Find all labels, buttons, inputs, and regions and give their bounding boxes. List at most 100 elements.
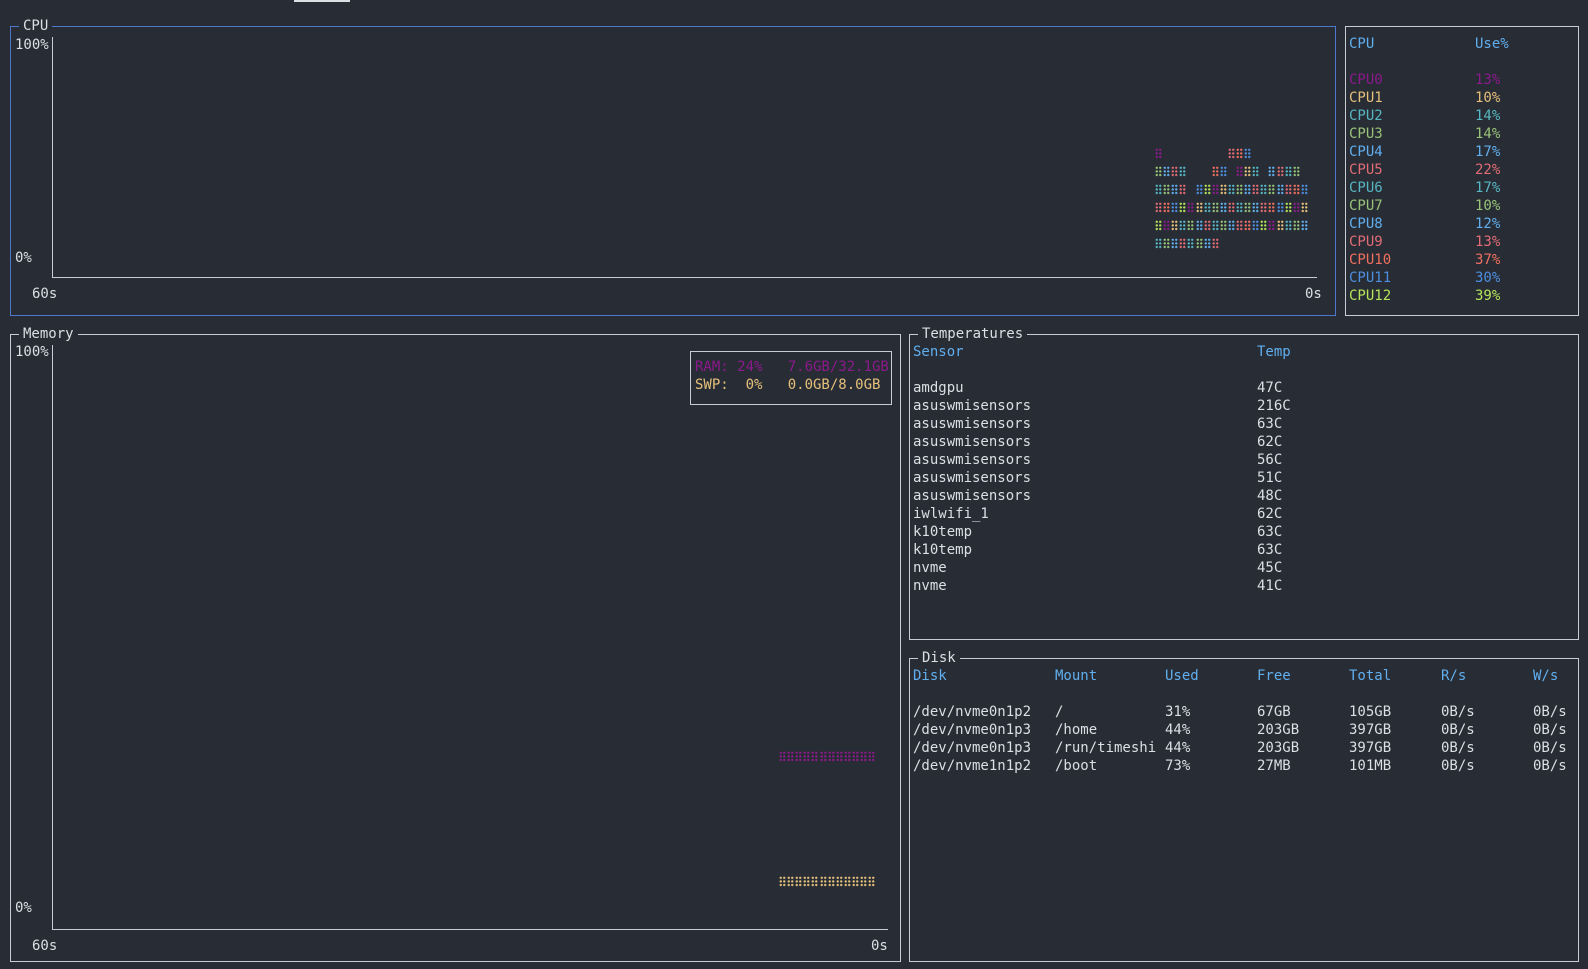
cpu-name-cell: CPU2 bbox=[1349, 108, 1383, 124]
cpu-use-cell: 14% bbox=[1475, 108, 1501, 124]
cpu-graph-point bbox=[1195, 184, 1203, 195]
cpu-graph-point bbox=[1236, 202, 1243, 213]
sensor-cell: asuswmisensors bbox=[913, 488, 1032, 504]
cpu-graph-point bbox=[1227, 148, 1235, 159]
swap-graph-point bbox=[819, 876, 827, 887]
swap-graph-point bbox=[851, 876, 859, 887]
ram-graph-point bbox=[795, 751, 803, 762]
disk-cell: 105GB bbox=[1349, 704, 1392, 720]
cpu-name-cell: CPU11 bbox=[1349, 270, 1392, 286]
sensor-cell: asuswmisensors bbox=[913, 470, 1032, 486]
cpu-graph-point bbox=[1260, 202, 1268, 213]
cpu-graph-point bbox=[1211, 184, 1219, 195]
disk-cell: 73% bbox=[1165, 758, 1191, 774]
cpu-graph-point bbox=[1155, 238, 1162, 249]
cpu-use-cell: 14% bbox=[1475, 126, 1501, 142]
cpu-col-header: CPU bbox=[1349, 36, 1375, 52]
disk-cell: 0B/s bbox=[1441, 758, 1475, 774]
cpu-graph-point bbox=[1284, 220, 1292, 231]
cpu-graph-point bbox=[1179, 166, 1187, 177]
cpu-graph-point bbox=[1227, 220, 1235, 231]
cpu-graph-point bbox=[1155, 184, 1162, 195]
cpu-graph-point bbox=[1252, 184, 1260, 195]
cpu-graph-point bbox=[1171, 220, 1179, 231]
cpu-use-cell: 17% bbox=[1475, 180, 1501, 196]
cpu-name-cell: CPU8 bbox=[1349, 216, 1383, 232]
cpu-graph-point bbox=[1211, 166, 1219, 177]
disk-col-header: Used bbox=[1165, 668, 1199, 684]
ram-graph-point bbox=[787, 751, 795, 762]
temp-cell: 41C bbox=[1257, 578, 1283, 594]
cpu-panel[interactable]: CPU 100% 0% 60s 0s bbox=[10, 17, 1336, 316]
cpu-graph-point bbox=[1195, 220, 1203, 231]
temp-cell: 45C bbox=[1257, 560, 1283, 576]
disk-panel[interactable]: Disk Disk Mount Used Free Total R/s W/s /dev/n… bbox=[909, 649, 1579, 962]
ram-graph-point bbox=[779, 751, 786, 762]
disk-cell: 0B/s bbox=[1533, 722, 1567, 738]
disk-col-header: Total bbox=[1349, 668, 1392, 684]
ram-graph-point bbox=[860, 751, 867, 762]
memory-panel[interactable]: Memory 100% 0% 60s 0s RAM: 24% 7.6GB/32.… bbox=[10, 325, 901, 962]
temp-cell: 63C bbox=[1257, 542, 1283, 558]
cpu-graph-point bbox=[1155, 148, 1162, 159]
cpu-graph-point bbox=[1236, 148, 1243, 159]
cpu-graph-point bbox=[1292, 220, 1300, 231]
cpu-use-cell: 12% bbox=[1475, 216, 1501, 232]
cpu-graph-point bbox=[1268, 202, 1276, 213]
cpu-table-panel[interactable]: CPU Use% CPU0 13% CPU1 10% CPU2 14% CPU3 14% CPU… bbox=[1345, 26, 1579, 316]
cpu-graph-point bbox=[1171, 202, 1179, 213]
sensor-cell: amdgpu bbox=[913, 380, 964, 396]
cpu-graph-point bbox=[1155, 220, 1162, 231]
sensor-cell: k10temp bbox=[913, 542, 973, 558]
disk-cell: 0B/s bbox=[1441, 722, 1475, 738]
disk-cell: /run/timeshi bbox=[1055, 740, 1157, 756]
cpu-name-cell: CPU5 bbox=[1349, 162, 1383, 178]
swap-graph-point bbox=[843, 876, 851, 887]
cpu-name-cell: CPU7 bbox=[1349, 198, 1383, 214]
temp-cell: 47C bbox=[1257, 380, 1283, 396]
cpu-graph-point bbox=[1179, 220, 1187, 231]
cpu-graph-point bbox=[1155, 202, 1162, 213]
cpu-graph-point bbox=[1292, 184, 1300, 195]
cpu-graph-point bbox=[1203, 238, 1211, 249]
cpu-graph-point bbox=[1244, 184, 1252, 195]
ram-graph-point bbox=[819, 751, 827, 762]
disk-cell: 0B/s bbox=[1533, 758, 1567, 774]
sensor-col-header: Sensor bbox=[913, 344, 964, 360]
cpu-graph-point bbox=[1203, 220, 1211, 231]
cpu-use-cell: 30% bbox=[1475, 270, 1501, 286]
disk-col-header: Free bbox=[1257, 668, 1291, 684]
disk-col-header: Mount bbox=[1055, 668, 1098, 684]
cpu-graph-point bbox=[1244, 166, 1252, 177]
cpu-graph-point bbox=[1260, 220, 1268, 231]
disk-cell: 0B/s bbox=[1441, 704, 1475, 720]
disk-cell: 203GB bbox=[1257, 740, 1300, 756]
cpu-use-cell: 13% bbox=[1475, 234, 1501, 250]
disk-cell: 44% bbox=[1165, 740, 1191, 756]
cpu-graph-point bbox=[1227, 184, 1235, 195]
cpu-graph-point bbox=[1244, 220, 1252, 231]
cpu-graph-point bbox=[1276, 202, 1284, 213]
sensor-cell: nvme bbox=[913, 560, 947, 576]
temperatures-panel[interactable]: Temperatures Sensor Temp amdgpu 47C asuswm… bbox=[909, 325, 1579, 640]
cpu-use-cell: 10% bbox=[1475, 90, 1501, 106]
cpu-use-cell: 22% bbox=[1475, 162, 1501, 178]
cpu-graph-point bbox=[1179, 202, 1187, 213]
disk-cell: /home bbox=[1055, 722, 1098, 738]
sensor-cell: asuswmisensors bbox=[913, 452, 1032, 468]
cpu-graph-point bbox=[1195, 238, 1203, 249]
cpu-graph-point bbox=[1219, 184, 1227, 195]
disk-cell: 31% bbox=[1165, 704, 1191, 720]
cpu-graph-point bbox=[1284, 202, 1292, 213]
cpu-graph-point bbox=[1300, 184, 1308, 195]
cpu-graph-point bbox=[1244, 148, 1252, 159]
ram-graph-point bbox=[835, 751, 843, 762]
cpu-graph-point bbox=[1268, 166, 1276, 177]
swap-graph-point bbox=[835, 876, 843, 887]
cpu-graph-point bbox=[1260, 184, 1268, 195]
cpu-graph-point bbox=[1276, 184, 1284, 195]
cpu-graph-point bbox=[1203, 184, 1211, 195]
cpu-name-cell: CPU4 bbox=[1349, 144, 1383, 160]
cpu-graph-point bbox=[1236, 166, 1243, 177]
disk-cell: 397GB bbox=[1349, 740, 1392, 756]
